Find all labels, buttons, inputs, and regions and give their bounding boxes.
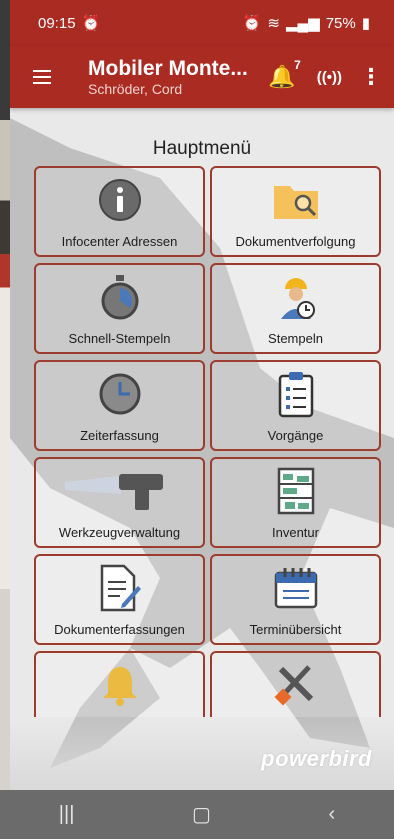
tile-label: Dokumentverfolgung — [235, 234, 356, 249]
status-time: 09:15 — [38, 14, 76, 32]
home-icon[interactable]: ▢ — [192, 802, 211, 827]
tile-infocenter-adressen[interactable]: Infocenter Adressen — [34, 166, 205, 257]
tools-icon — [273, 661, 319, 709]
notification-count: 7 — [294, 58, 301, 72]
tile-label: Inventur — [272, 525, 319, 540]
tile-schnell-stempeln[interactable]: Schnell-Stempeln — [34, 263, 205, 354]
barcode-scanner-icon — [64, 467, 175, 515]
tile-benachrichtigungen[interactable] — [34, 651, 205, 717]
bell-icon — [100, 661, 140, 709]
powerbird-logo: powerbird — [261, 746, 372, 771]
document-edit-icon — [98, 564, 142, 612]
more-vert-icon[interactable]: ⋮ — [360, 64, 382, 90]
tile-werkzeuge[interactable] — [210, 651, 381, 717]
tile-label: Werkzeugverwaltung — [58, 525, 181, 540]
app-bar: Mobiler Monte... Schröder, Cord 🔔 7 ((•)… — [10, 46, 394, 108]
tile-zeiterfassung[interactable]: Zeiterfassung — [34, 360, 205, 451]
tile-terminuebersicht[interactable]: Terminübersicht — [210, 554, 381, 645]
tile-label: Terminübersicht — [249, 622, 342, 637]
notifications-button[interactable]: 🔔 7 — [265, 58, 301, 94]
clipboard-list-icon — [276, 370, 316, 418]
shelf-icon — [276, 467, 316, 515]
tile-werkzeugverwaltung[interactable]: Werkzeugverwaltung — [34, 457, 205, 548]
folder-search-icon — [271, 176, 321, 224]
bell-icon: 🔔 — [268, 64, 296, 89]
tile-label: Schnell-Stempeln — [68, 331, 171, 346]
alarm-status-icon: ⏰ — [242, 15, 262, 32]
battery-text: 75% — [325, 14, 356, 32]
tile-label: Zeiterfassung — [80, 428, 159, 443]
page-title: Hauptmenü — [152, 138, 252, 159]
tile-label: Dokumenterfassungen — [54, 622, 185, 637]
app-window: 09:15 ⏰ ⏰ ≋ ▂▄▆ 75% ▮ Mobiler Monte... S… — [10, 0, 394, 790]
recent-apps-icon[interactable]: ||| — [59, 803, 75, 826]
tile-inventur[interactable]: Inventur — [210, 457, 381, 548]
calendar-icon — [273, 564, 319, 612]
battery-icon: ▮ — [361, 15, 370, 32]
tile-label: Vorgänge — [267, 428, 324, 443]
back-icon[interactable]: ‹ — [329, 803, 336, 826]
tile-label: Stempeln — [268, 331, 323, 346]
tile-vorgaenge[interactable]: Vorgänge — [210, 360, 381, 451]
stopwatch-icon — [97, 273, 143, 321]
app-title: Mobiler Monte... — [88, 57, 248, 80]
signal-icon: ▂▄▆ — [286, 15, 320, 32]
info-icon — [97, 176, 143, 224]
tile-label: Infocenter Adressen — [61, 234, 178, 249]
tile-dokumentverfolgung[interactable]: Dokumentverfolgung — [210, 166, 381, 257]
menu-grid: Infocenter Adressen Dokumentverfolgung S… — [10, 166, 394, 717]
hamburger-menu-icon[interactable] — [22, 57, 62, 97]
wifi-icon: ≋ — [267, 15, 280, 32]
tile-stempeln[interactable]: Stempeln — [210, 263, 381, 354]
main-content: Hauptmenü Infocenter Adressen Dokumentve… — [10, 108, 394, 790]
android-nav-bar: ||| ▢ ‹ — [0, 790, 394, 839]
broadcast-icon[interactable]: ((•)) — [317, 69, 342, 86]
clock-icon — [97, 370, 143, 418]
status-bar: 09:15 ⏰ ⏰ ≋ ▂▄▆ 75% ▮ — [10, 0, 394, 46]
worker-clock-icon — [273, 273, 319, 321]
user-name: Schröder, Cord — [88, 81, 183, 97]
alarm-icon: ⏰ — [81, 15, 101, 32]
tile-dokumenterfassungen[interactable]: Dokumenterfassungen — [34, 554, 205, 645]
